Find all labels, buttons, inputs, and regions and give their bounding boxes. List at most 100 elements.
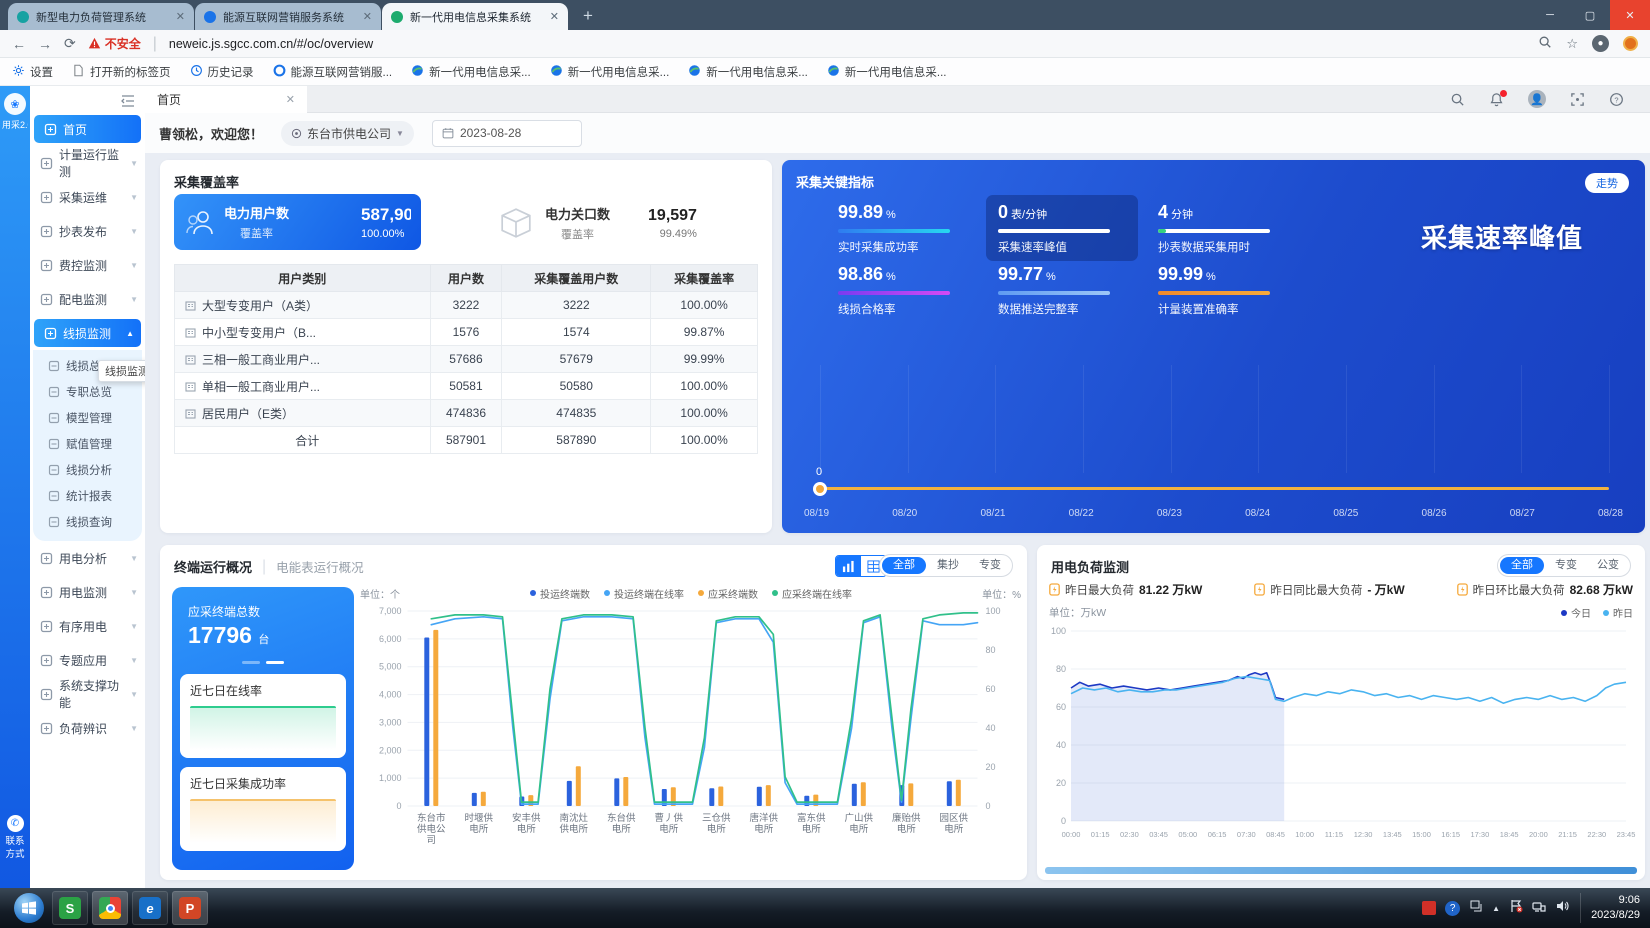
collect-success-card[interactable]: 近七日采集成功率 bbox=[180, 767, 346, 851]
new-tab-button[interactable]: + bbox=[575, 3, 601, 29]
sidebar-item-10[interactable]: 专题应用▼ bbox=[30, 643, 145, 677]
date-picker[interactable]: 2023-08-28 bbox=[432, 120, 582, 147]
security-warning[interactable]: 不安全 bbox=[88, 35, 141, 52]
notification-bell-icon[interactable] bbox=[1489, 92, 1504, 107]
tray-red-app-icon[interactable] bbox=[1422, 901, 1436, 915]
taskbar-clock[interactable]: 9:06 2023/8/29 bbox=[1580, 893, 1640, 923]
browser-tab[interactable]: 新一代用电信息采集系统✕ bbox=[382, 3, 568, 30]
sidebar-item-11[interactable]: 系统支撑功能▼ bbox=[30, 677, 145, 711]
network-icon[interactable] bbox=[1532, 899, 1546, 918]
contact-button[interactable]: ✆ 联系 方式 bbox=[0, 815, 30, 862]
data-zoom-slider[interactable] bbox=[1045, 867, 1637, 874]
bookmark-star-icon[interactable]: ☆ bbox=[1566, 36, 1578, 52]
bookmark-item[interactable]: 新一代用电信息采... bbox=[550, 64, 670, 80]
legend-item[interactable]: 今日 bbox=[1561, 605, 1591, 620]
filter-全部[interactable]: 全部 bbox=[882, 557, 926, 574]
browser-tab[interactable]: 能源互联网营销服务系统✕ bbox=[195, 3, 381, 30]
close-button[interactable]: ✕ bbox=[1610, 0, 1650, 30]
submenu-item[interactable]: 线损查询 bbox=[33, 509, 142, 535]
volume-icon[interactable] bbox=[1555, 899, 1569, 918]
url-text[interactable]: neweic.js.sgcc.com.cn/#/oc/overview bbox=[169, 37, 373, 51]
legend-item[interactable]: 投运终端在线率 bbox=[604, 586, 684, 601]
submenu-item[interactable]: 统计报表 bbox=[33, 483, 142, 509]
zoom-icon[interactable] bbox=[1538, 35, 1552, 52]
tray-help-icon[interactable]: ? bbox=[1445, 901, 1460, 916]
bookmark-item[interactable]: 打开新的标签页 bbox=[72, 64, 171, 80]
sidebar-item-8[interactable]: 用电监测▼ bbox=[30, 575, 145, 609]
taskbar-ie-icon[interactable]: e bbox=[132, 891, 168, 925]
power-users-card[interactable]: 电力用户数 覆盖率 587,901 100.00% bbox=[174, 194, 421, 250]
bookmark-item[interactable]: 历史记录 bbox=[190, 64, 254, 80]
reload-icon[interactable]: ⟳ bbox=[64, 35, 76, 52]
gateway-count-card[interactable]: 电力关口数 覆盖率 19,597 99.49% bbox=[493, 194, 703, 252]
table-header: 采集覆盖用户数 bbox=[502, 265, 651, 292]
sidebar-item-9[interactable]: 有序用电▼ bbox=[30, 609, 145, 643]
fullscreen-icon[interactable] bbox=[1570, 92, 1585, 107]
timeline-gridline bbox=[1346, 365, 1347, 473]
org-selector[interactable]: 东台市供电公司 ▼ bbox=[281, 121, 414, 146]
trend-marker[interactable] bbox=[813, 482, 827, 496]
sidebar-item-0[interactable]: 首页 bbox=[34, 115, 141, 143]
carousel-dots[interactable] bbox=[180, 661, 346, 664]
start-button[interactable] bbox=[14, 893, 44, 923]
load-tab-专变[interactable]: 专变 bbox=[1546, 557, 1586, 574]
maximize-button[interactable]: ▢ bbox=[1570, 0, 1610, 30]
user-avatar[interactable]: 👤 bbox=[1528, 90, 1546, 108]
taskbar-wps-icon[interactable]: S bbox=[52, 891, 88, 925]
collapse-sidebar-icon[interactable] bbox=[121, 94, 135, 112]
tray-show-hidden-icon[interactable]: ▲ bbox=[1492, 904, 1500, 913]
browser-tab[interactable]: 新型电力负荷管理系统✕ bbox=[8, 3, 194, 30]
sidebar-item-3[interactable]: 抄表发布▼ bbox=[30, 214, 145, 248]
taskbar-chrome-icon[interactable] bbox=[92, 891, 128, 925]
trend-badge[interactable]: 走势 bbox=[1585, 173, 1629, 193]
bookmark-item[interactable]: 新一代用电信息采... bbox=[827, 64, 947, 80]
bookmark-item[interactable]: 能源互联网营销服... bbox=[273, 64, 393, 80]
online-rate-card[interactable]: 近七日在线率 bbox=[180, 674, 346, 758]
search-icon[interactable] bbox=[1450, 92, 1465, 107]
sidebar-item-2[interactable]: 采集运维▼ bbox=[30, 180, 145, 214]
sidebar-item-4[interactable]: 费控监测▼ bbox=[30, 248, 145, 282]
action-center-flag-icon[interactable] bbox=[1509, 899, 1523, 918]
sidebar-item-12[interactable]: 负荷辨识▼ bbox=[30, 711, 145, 745]
load-tab-公变[interactable]: 公变 bbox=[1588, 557, 1628, 574]
filter-集抄[interactable]: 集抄 bbox=[928, 557, 968, 574]
forward-icon[interactable]: → bbox=[38, 36, 52, 52]
filter-专变[interactable]: 专变 bbox=[970, 557, 1010, 574]
stat-value: 82.68 万kW bbox=[1570, 581, 1633, 598]
legend-item[interactable]: 应采终端数 bbox=[698, 586, 758, 601]
help-icon[interactable]: ? bbox=[1609, 92, 1624, 107]
load-filter-group: 全部专变公变 bbox=[1497, 554, 1631, 577]
submenu-item[interactable]: 专职总览 bbox=[33, 379, 142, 405]
tab-terminal-overview[interactable]: 终端运行概况 bbox=[174, 557, 252, 576]
minimize-button[interactable]: ─ bbox=[1530, 0, 1570, 30]
browser-update-icon[interactable] bbox=[1623, 36, 1638, 51]
sidebar-item-7[interactable]: 用电分析▼ bbox=[30, 541, 145, 575]
svg-text:05:00: 05:00 bbox=[1178, 830, 1197, 839]
tab-close-icon[interactable]: ✕ bbox=[550, 10, 559, 23]
bookmark-item[interactable]: 新一代用电信息采... bbox=[688, 64, 808, 80]
tab-close-icon[interactable]: ✕ bbox=[176, 10, 185, 23]
sidebar-item-1[interactable]: 计量运行监测▼ bbox=[30, 146, 145, 180]
sidebar-item-6[interactable]: 线损监测▲ bbox=[34, 319, 141, 347]
chart-view-icon[interactable] bbox=[836, 556, 861, 576]
load-tab-全部[interactable]: 全部 bbox=[1500, 557, 1544, 574]
legend-item[interactable]: 昨日 bbox=[1603, 605, 1633, 620]
tab-close-icon[interactable]: ✕ bbox=[363, 10, 372, 23]
submenu-item[interactable]: 赋值管理 bbox=[33, 431, 142, 457]
sidebar-item-5[interactable]: 配电监测▼ bbox=[30, 282, 145, 316]
legend-item[interactable]: 投运终端数 bbox=[530, 586, 590, 601]
taskbar-ppt-icon[interactable]: P bbox=[172, 891, 208, 925]
stat-label: 昨日最大负荷 bbox=[1065, 582, 1134, 598]
bookmark-item[interactable]: 设置 bbox=[12, 64, 53, 80]
tray-window-icon[interactable] bbox=[1469, 899, 1483, 918]
back-icon[interactable]: ← bbox=[12, 36, 26, 52]
tab-close-icon[interactable]: ✕ bbox=[286, 93, 295, 106]
submenu-item[interactable]: 模型管理 bbox=[33, 405, 142, 431]
profile-avatar[interactable]: ● bbox=[1592, 35, 1609, 52]
tab-meter-overview[interactable]: 电能表运行概况 bbox=[276, 557, 364, 576]
legend-item[interactable]: 应采终端在线率 bbox=[772, 586, 852, 601]
terminal-summary-stack[interactable]: 应采终端总数 17796 台 近七日在线率 近七日采集成功率 bbox=[172, 587, 354, 870]
submenu-item[interactable]: 线损分析 bbox=[33, 457, 142, 483]
page-tab-home[interactable]: 首页 ✕ bbox=[145, 86, 307, 113]
bookmark-item[interactable]: 新一代用电信息采... bbox=[411, 64, 531, 80]
